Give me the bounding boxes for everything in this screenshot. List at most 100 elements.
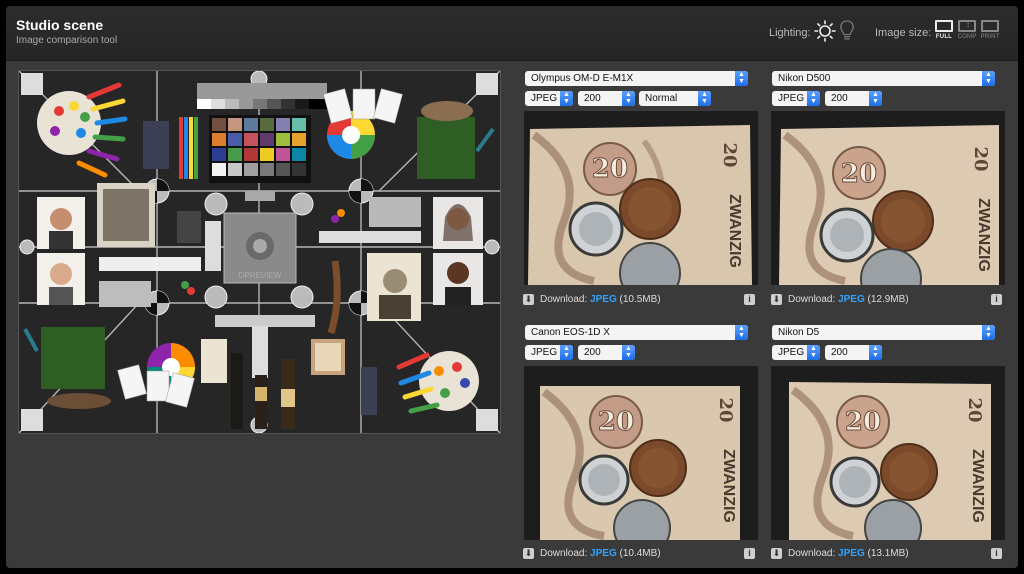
download-label: Download: [788, 294, 836, 305]
camera-select-value: Nikon D500 [778, 73, 831, 84]
download-link[interactable]: ⬇ Download: JPEG (10.5MB) [523, 293, 661, 307]
size-full-label: FULL [935, 34, 953, 40]
format-select[interactable]: JPEG ▲ ▼ [772, 91, 820, 106]
select-arrows-icon: ▲ ▼ [807, 345, 820, 360]
iso-select[interactable]: 200 ▲ ▼ [578, 91, 635, 106]
download-format: JPEG [838, 294, 865, 305]
select-arrows-icon: ▲ ▼ [807, 91, 820, 106]
comp-size-icon: ↕ [958, 20, 976, 32]
note-corner-denomination: 20 [715, 397, 736, 422]
app-frame: Studio scene Image comparison tool Light… [6, 6, 1018, 568]
select-arrows-icon: ▲ ▼ [560, 91, 573, 106]
note-denomination-text: 20 [841, 159, 877, 189]
format-select-value: JPEG [778, 93, 805, 104]
scene-chart-text: DPREVIEW [239, 271, 282, 280]
crop-image-3[interactable]: 20 20 ZWANZIG [524, 366, 758, 540]
camera-select[interactable]: Nikon D500 ▲ ▼ [772, 71, 995, 86]
iso-select-value: 200 [831, 347, 848, 358]
download-label: Download: [788, 548, 836, 559]
download-link[interactable]: ⬇ Download: JPEG (13.1MB) [771, 547, 909, 561]
info-icon[interactable]: i [744, 294, 755, 305]
scene-overview-image[interactable]: DPREVIEW [18, 70, 501, 434]
daylight-sun-icon[interactable] [814, 20, 836, 42]
download-icon: ⬇ [523, 293, 534, 305]
download-size: (10.4MB) [619, 548, 661, 559]
page-subtitle: Image comparison tool [16, 35, 118, 46]
note-word-text: ZWANZIG [726, 194, 743, 268]
note-word-text: ZWANZIG [720, 449, 737, 523]
iso-select[interactable]: 200 ▲ ▼ [825, 91, 882, 106]
select-arrows-icon: ▲ ▼ [560, 345, 573, 360]
format-select-value: JPEG [531, 347, 558, 358]
info-icon[interactable]: i [991, 548, 1002, 559]
select-arrows-icon: ▲ ▼ [735, 71, 748, 86]
banknote-crop: 20 20 ZWANZIG [524, 366, 758, 540]
note-corner-denomination: 20 [964, 397, 985, 422]
note-corner-denomination: 20 [970, 146, 991, 171]
crop-image-1[interactable]: 20 20 ZWANZIG [524, 111, 758, 285]
format-select-value: JPEG [778, 347, 805, 358]
select-arrows-icon: ▲ ▼ [622, 345, 635, 360]
select-arrows-icon: ▲ ▼ [622, 91, 635, 106]
lighting-label: Lighting: [769, 27, 811, 39]
select-arrows-icon: ▲ ▼ [982, 71, 995, 86]
page-title: Studio scene [16, 17, 104, 33]
full-size-icon [935, 20, 953, 32]
banknote-crop: 20 20 ZWANZIG [771, 111, 1005, 285]
size-full-button[interactable]: FULL [933, 20, 955, 40]
select-arrows-icon: ▲ ▼ [698, 91, 711, 106]
download-format: JPEG [590, 294, 617, 305]
download-format: JPEG [590, 548, 617, 559]
download-format: JPEG [838, 548, 865, 559]
download-icon: ⬇ [523, 547, 534, 559]
select-arrows-icon: ▲ ▼ [869, 345, 882, 360]
download-size: (12.9MB) [867, 294, 909, 305]
note-denomination-text: 20 [592, 154, 628, 184]
select-arrows-icon: ▲ ▼ [982, 325, 995, 340]
crop-image-4[interactable]: 20 20 ZWANZIG [771, 366, 1005, 540]
studio-scene-graphic: DPREVIEW [19, 71, 500, 433]
size-comp-label: COMP [957, 34, 977, 40]
image-size-label: Image size: [875, 27, 932, 39]
lowlight-bulb-icon[interactable] [840, 20, 854, 42]
mode-select[interactable]: Normal ▲ ▼ [639, 91, 711, 106]
format-select[interactable]: JPEG ▲ ▼ [525, 345, 573, 360]
camera-select[interactable]: Nikon D5 ▲ ▼ [772, 325, 995, 340]
download-size: (10.5MB) [619, 294, 661, 305]
size-comp-button[interactable]: ↕ COMP [956, 20, 978, 40]
info-icon[interactable]: i [991, 294, 1002, 305]
camera-select[interactable]: Olympus OM-D E-M1X ▲ ▼ [525, 71, 748, 86]
iso-select-value: 200 [584, 347, 601, 358]
download-size: (13.1MB) [867, 548, 909, 559]
iso-select-value: 200 [584, 93, 601, 104]
download-icon: ⬇ [771, 547, 782, 559]
camera-select-value: Nikon D5 [778, 327, 820, 338]
note-denomination-text: 20 [845, 407, 881, 437]
iso-select[interactable]: 200 ▲ ▼ [825, 345, 882, 360]
format-select[interactable]: JPEG ▲ ▼ [772, 345, 820, 360]
size-print-button[interactable]: PRINT [979, 20, 1001, 40]
format-select-value: JPEG [531, 93, 558, 104]
download-link[interactable]: ⬇ Download: JPEG (10.4MB) [523, 547, 661, 561]
print-size-icon [981, 20, 999, 32]
banknote-crop: 20 20 ZWANZIG [771, 366, 1005, 540]
note-corner-denomination: 20 [719, 142, 740, 167]
crop-image-2[interactable]: 20 20 ZWANZIG [771, 111, 1005, 285]
download-label: Download: [540, 294, 588, 305]
camera-select[interactable]: Canon EOS-1D X ▲ ▼ [525, 325, 748, 340]
download-label: Download: [540, 548, 588, 559]
header: Studio scene Image comparison tool Light… [6, 6, 1018, 61]
mode-select-value: Normal [645, 93, 678, 104]
size-print-label: PRINT [980, 34, 1000, 40]
note-word-text: ZWANZIG [975, 198, 992, 272]
download-icon: ⬇ [771, 293, 782, 305]
download-link[interactable]: ⬇ Download: JPEG (12.9MB) [771, 293, 909, 307]
select-arrows-icon: ▲ ▼ [735, 325, 748, 340]
info-icon[interactable]: i [744, 548, 755, 559]
iso-select[interactable]: 200 ▲ ▼ [578, 345, 635, 360]
iso-select-value: 200 [831, 93, 848, 104]
note-denomination-text: 20 [598, 407, 634, 437]
camera-select-value: Olympus OM-D E-M1X [531, 73, 634, 84]
format-select[interactable]: JPEG ▲ ▼ [525, 91, 573, 106]
note-word-text: ZWANZIG [969, 449, 986, 523]
